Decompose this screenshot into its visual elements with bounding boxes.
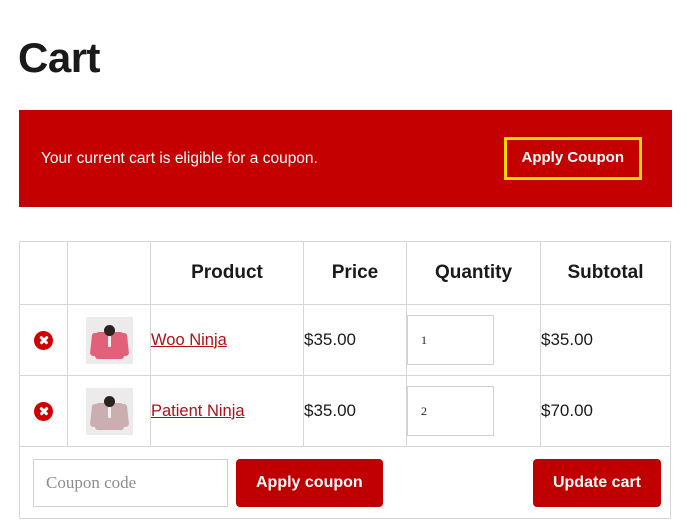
apply-coupon-button[interactable]: Apply coupon [236,458,383,507]
page-title: Cart [18,34,101,82]
cart-table-header-row: Product Price Quantity Subtotal [19,241,671,305]
subtotal-cell: $35.00 [540,304,671,376]
cart-table-head: Product Price Quantity Subtotal [19,241,671,305]
price-cell: $35.00 [303,375,407,447]
table-row: Woo Ninja $35.00 $35.00 [19,304,671,376]
product-link[interactable]: Patient Ninja [151,402,245,420]
remove-item-icon[interactable] [34,401,53,421]
quantity-cell [406,375,541,447]
thumbnail-cell [67,304,151,376]
update-cart-button[interactable]: Update cart [532,458,661,507]
remove-cell [19,375,68,447]
cart-actions: Apply coupon Update cart [20,447,670,518]
cart-table-body: Woo Ninja $35.00 $35.00 [19,304,671,519]
column-header-product: Product [150,241,304,305]
subtotal-cell: $70.00 [540,375,671,447]
column-header-quantity: Quantity [406,241,541,305]
column-header-price: Price [303,241,407,305]
product-link[interactable]: Woo Ninja [151,331,227,349]
apply-coupon-banner-button[interactable]: Apply Coupon [503,137,642,180]
product-cell: Woo Ninja [150,304,304,376]
product-thumbnail[interactable] [85,316,133,364]
cart-actions-cell: Apply coupon Update cart [19,446,671,519]
cart-page: Cart Your current cart is eligible for a… [0,0,687,531]
product-thumbnail[interactable] [85,387,133,435]
price-cell: $35.00 [303,304,407,376]
thumbnail-cell [67,375,151,447]
quantity-input[interactable] [407,315,494,365]
column-header-remove [19,241,68,305]
column-header-subtotal: Subtotal [540,241,671,305]
product-cell: Patient Ninja [150,375,304,447]
cart-actions-row: Apply coupon Update cart [19,446,671,519]
remove-item-icon[interactable] [34,330,53,350]
hood-icon [103,324,115,336]
quantity-input[interactable] [407,386,494,436]
hood-icon [103,395,115,407]
drawstring-icon [107,406,111,418]
drawstring-icon [107,335,111,347]
coupon-code-input[interactable] [33,458,228,507]
coupon-eligibility-banner: Your current cart is eligible for a coup… [19,110,672,207]
quantity-cell [406,304,541,376]
cart-table: Product Price Quantity Subtotal Woo Ninj… [19,241,671,519]
coupon-banner-message: Your current cart is eligible for a coup… [41,149,318,167]
column-header-thumbnail [67,241,151,305]
table-row: Patient Ninja $35.00 $70.00 [19,375,671,447]
remove-cell [19,304,68,376]
